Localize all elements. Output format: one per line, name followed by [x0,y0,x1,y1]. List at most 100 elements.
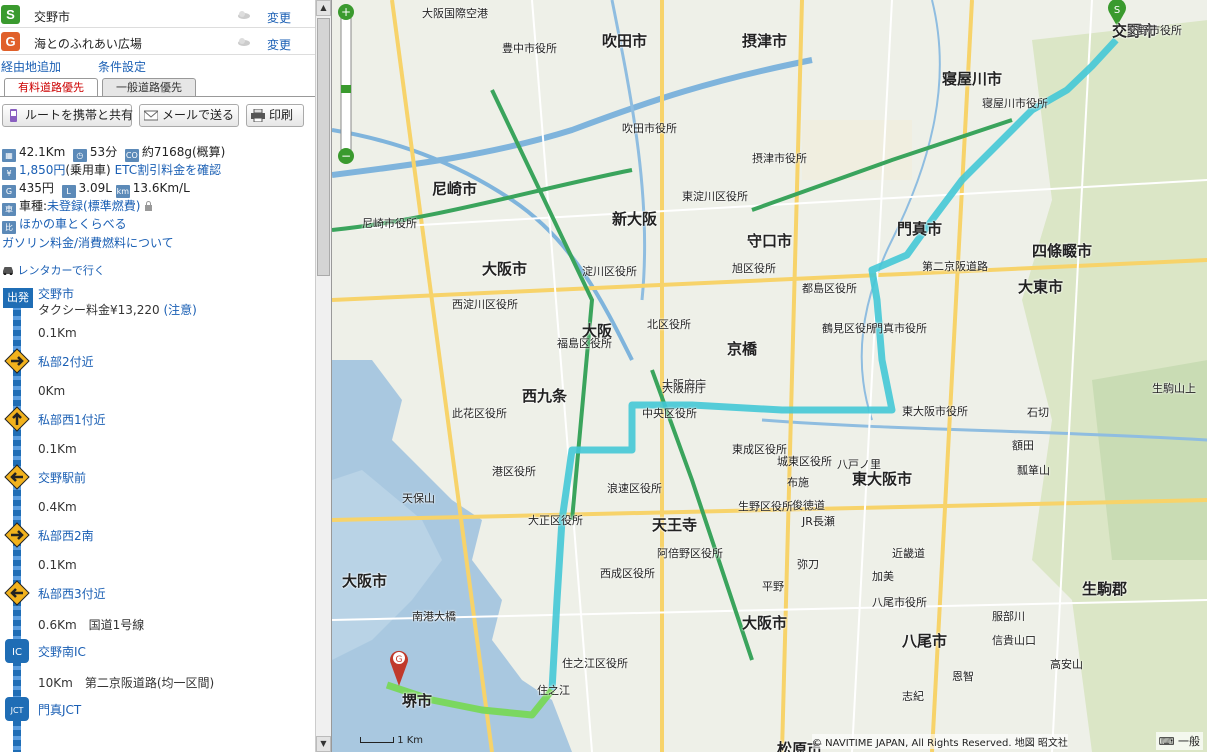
tab-toll-priority[interactable]: 有料道路優先 [4,78,98,96]
compare-cars-link[interactable]: ほかの車とくらべる [19,217,127,231]
svg-text:JCT: JCT [10,706,24,715]
map-label: 八尾市役所 [872,596,927,609]
origin-change-link[interactable]: 変更 [267,9,291,26]
scale-bar: 1 Km [360,735,423,746]
scroll-up-arrow[interactable]: ▲ [316,0,331,16]
zoom-control[interactable]: + − [332,0,360,168]
map-label: 大正区役所 [528,514,583,527]
map-label: 京橋 [727,340,758,358]
map-label: 八尾市 [902,632,948,650]
map-label: 此花区役所 [452,407,507,420]
map-label: 淀川区役所 [582,265,637,278]
map-label: 堺市 [402,692,433,710]
share-label: ルートを携帯と共有 [25,108,134,122]
goal-badge: G [1,32,20,51]
svg-text:+: + [341,5,351,19]
goal-marker-icon[interactable]: G [388,648,410,686]
turn-left-icon [4,580,30,606]
turn-left-icon [4,464,30,490]
print-label: 印刷 [269,108,294,122]
map-label: 中央区役所 [642,407,697,420]
map-label: 西九条 [522,387,568,405]
step-distance: 0.1Km [38,442,77,456]
step-distance: 0Km [38,384,66,398]
map-label: 浪速区役所 [607,482,662,495]
etc-discount-link[interactable]: ETC割引料金を確認 [115,163,222,177]
add-waypoint-link[interactable]: 経由地追加 [1,58,61,75]
step-title-link[interactable]: 私部西1付近 [38,411,106,428]
map-label: 旭区役所 [732,262,776,275]
map-label: 守口市 [747,232,793,250]
gas-info-row: ガソリン料金/消費燃料について [2,234,174,251]
share-mobile-button[interactable]: ルートを携帯と共有 [2,104,134,127]
map-label: 鶴見区役所 [822,322,877,335]
mobile-icon [10,109,17,122]
map-label: 阿倍野区役所 [657,547,723,560]
map-label: 八戸ノ里 [837,458,881,471]
vehicle-label: 車種: [19,199,48,213]
step-title-link[interactable]: 交野南IC [38,643,86,660]
map-label: 吹田市 [602,32,648,50]
start-badge: S [1,5,20,24]
send-mail-button[interactable]: メールで送る [139,104,239,127]
map-label: 近畿道 [892,547,925,560]
map-label: 服部川 [992,610,1025,623]
distance: 42.1Km [19,145,66,159]
weather-cloud-icon [238,38,250,46]
map-corner-tools[interactable]: ⌨ 一般 [1155,732,1203,750]
map-label: 摂津市役所 [752,152,807,165]
map-label: JR長瀬 [802,515,835,528]
start-place-name: 交野市 [38,287,75,301]
step-title-link[interactable]: 門真JCT [38,701,81,718]
vehicle-value-link[interactable]: 未登録(標準燃費) [47,199,140,213]
scroll-thumb[interactable] [317,18,330,276]
map-view[interactable]: + − S G 大阪国際空港 吹田市 摂津市 寝屋川市 交野市 豊中市役所 吹田市役所 摂津市… [331,0,1207,752]
mail-label: メールで送る [162,108,235,122]
step-title-link[interactable]: 私部2付近 [38,353,94,370]
summary-vehicle-row: 車車種:未登録(標準燃費) [2,197,153,216]
map-label: 新大阪 [612,210,658,228]
map-label: 尼崎市役所 [362,217,417,230]
print-button[interactable]: 印刷 [246,104,304,127]
map-label: 加美 [872,570,894,583]
map-label: 平野 [762,580,784,593]
map-label: 俊徳道 [792,499,825,512]
map-label: 福島区役所 [557,337,612,350]
map-label: 東大阪市役所 [902,405,968,418]
origin-row: S 交野市 変更 [0,2,315,28]
map-label: 大阪市 [482,260,528,278]
rental-car-link[interactable]: レンタカーで行く [18,264,105,277]
map-label: 第二京阪道路 [922,260,988,273]
map-tool-label[interactable]: 一般 [1178,735,1200,748]
step-title-link[interactable]: 交野駅前 [38,469,86,486]
svg-text:IC: IC [12,647,22,658]
route-panel: S 交野市 変更 G 海とのふれあい広場 変更 経由地追加 条件設定 有料道路優… [0,0,315,752]
fuel-efficiency: 13.6Km/L [132,181,190,195]
map-label: 額田 [1012,439,1034,452]
step-distance: 10Km 第二京阪道路(均一区間) [38,676,215,690]
step-title-link[interactable]: 私部西3付近 [38,585,106,602]
map-label: 天王寺 [652,516,698,534]
gas-info-link[interactable]: ガソリン料金/消費燃料について [2,236,174,250]
tab-divider [0,96,315,97]
map-label: 信貴山口 [992,634,1036,647]
map-label: 大阪市 [342,572,388,590]
map-label: 大東市 [1018,278,1064,296]
map-label: 門真市役所 [872,322,927,335]
start-label: 出発 [3,288,33,308]
map-label: 港区役所 [492,465,536,478]
mail-icon [144,110,158,121]
svg-text:S: S [1114,5,1120,16]
settings-link[interactable]: 条件設定 [98,58,146,75]
destination-change-link[interactable]: 変更 [267,36,291,53]
co2-amount: 約7168g(概算) [141,145,226,159]
tab-general-road[interactable]: 一般道路優先 [102,78,196,96]
step-title-link[interactable]: 私部西2南 [38,527,94,544]
step-road-name: 第二京阪道路(均一区間) [84,676,215,690]
panel-scrollbar[interactable]: ▲ ▼ [315,0,331,752]
taxi-note-link[interactable]: (注意) [163,303,196,317]
svg-text:−: − [341,149,351,163]
scroll-down-arrow[interactable]: ▼ [316,736,331,752]
rental-row: レンタカーで行く [2,262,105,278]
keyboard-icon[interactable]: ⌨ [1159,735,1175,748]
